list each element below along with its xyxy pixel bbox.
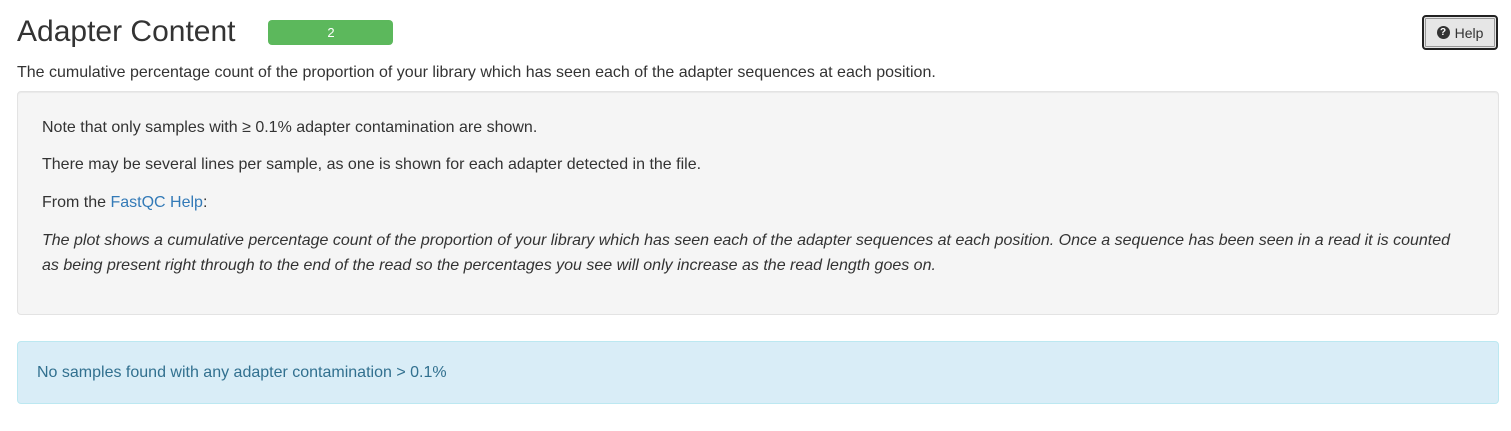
from-fastqc-line: From the FastQC Help: [42, 191, 207, 215]
help-button-label: Help [1454, 24, 1484, 41]
fastqc-help-link[interactable]: FastQC Help [110, 194, 202, 211]
question-circle-icon: ? [1436, 26, 1450, 39]
help-button[interactable]: ? Help [1422, 15, 1498, 50]
status-badge: 2 [268, 19, 394, 45]
section-description: The cumulative percentage count of the p… [17, 64, 936, 81]
from-prefix: From the [42, 194, 111, 211]
from-suffix: : [202, 194, 208, 211]
section-header: Adapter Content 2 [17, 12, 394, 52]
fastqc-help-quote: The plot shows a cumulative percentage c… [42, 232, 1450, 274]
module-section: Adapter Content 2 ? Help The cumulative … [0, 0, 1511, 431]
section-title: Adapter Content [17, 15, 236, 48]
no-samples-alert: No samples found with any adapter contam… [17, 341, 1499, 404]
note-min-contamination: Note that only samples with ≥ 0.1% adapt… [42, 119, 538, 136]
info-well: Note that only samples with ≥ 0.1% adapt… [17, 91, 1499, 315]
note-multiple-lines: There may be several lines per sample, a… [42, 156, 702, 173]
